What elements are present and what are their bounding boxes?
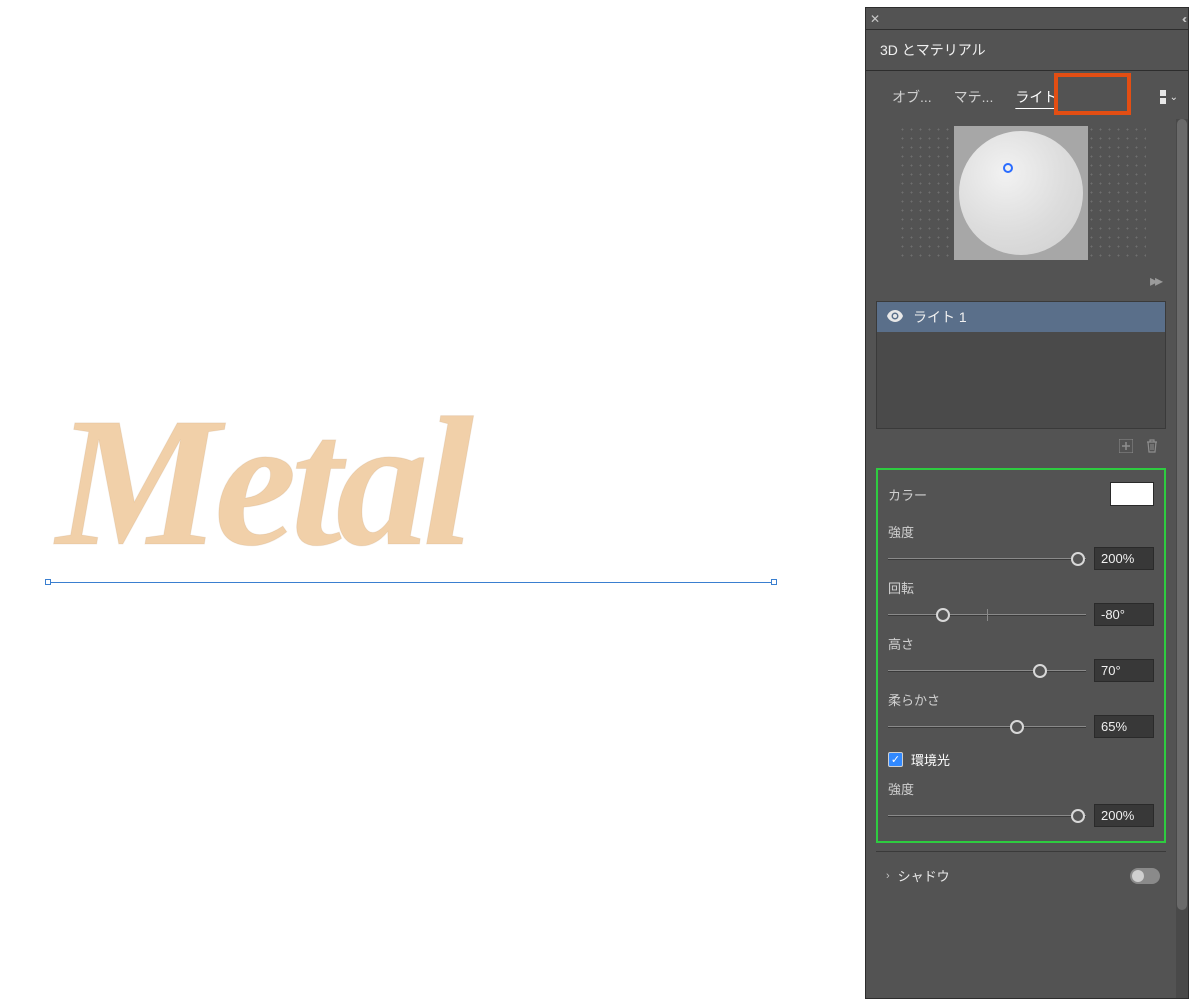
rotation-value[interactable]: -80° (1094, 603, 1154, 626)
light-item-1[interactable]: ライト 1 (877, 302, 1165, 332)
render-settings-icon[interactable]: ⌄ (1160, 88, 1178, 106)
panel-3d-materials: ✕ ‹‹ 3D とマテリアル オブ... マテ... ライト ⌄ (865, 7, 1189, 999)
color-swatch[interactable] (1110, 482, 1154, 506)
scroll-thumb[interactable] (1177, 119, 1187, 910)
softness-value[interactable]: 65% (1094, 715, 1154, 738)
ambient-intensity-value[interactable]: 200% (1094, 804, 1154, 827)
height-slider[interactable] (888, 663, 1086, 679)
toggle-knob (1132, 870, 1144, 882)
lights-list-actions (876, 429, 1166, 466)
row-ambient-intensity: 強度 200% (888, 773, 1154, 829)
canvas-area[interactable]: Metal (0, 0, 865, 999)
trackball-tile[interactable] (954, 126, 1088, 260)
row-rotation: 回転 -80° (888, 572, 1154, 628)
trackball-sphere[interactable] (959, 131, 1083, 255)
lights-list: ライト 1 (876, 301, 1166, 429)
selection-handle-left[interactable] (45, 579, 51, 585)
scrollbar[interactable] (1176, 119, 1188, 998)
row-ambient[interactable]: ✓ 環境光 (888, 740, 1154, 773)
selection-handle-right[interactable] (771, 579, 777, 585)
chevron-right-icon: › (886, 870, 890, 882)
tab-materials[interactable]: マテ... (946, 83, 1002, 111)
selection-baseline (48, 582, 774, 583)
annotation-highlight-orange (1054, 73, 1131, 115)
intensity-label: 強度 (888, 522, 1154, 541)
panel-top-bar: ✕ ‹‹ (866, 8, 1188, 30)
intensity-slider[interactable] (888, 551, 1086, 567)
panel-column: ✕ ‹‹ 3D とマテリアル オブ... マテ... ライト ⌄ (865, 0, 1200, 999)
panel-body: ▸▸ ライト 1 (866, 119, 1188, 998)
annotation-highlight-green: カラー 強度 200% 回 (876, 468, 1166, 843)
intensity-value[interactable]: 200% (1094, 547, 1154, 570)
rotation-label: 回転 (888, 578, 1154, 597)
light-item-label: ライト 1 (913, 307, 967, 327)
add-light-icon[interactable] (1118, 439, 1134, 456)
panel-title: 3D とマテリアル (866, 30, 1188, 71)
close-icon[interactable]: ✕ (870, 13, 882, 25)
softness-slider[interactable] (888, 719, 1086, 735)
tab-objects[interactable]: オブ... (884, 83, 940, 111)
row-color: カラー (888, 480, 1154, 516)
trackball-light-marker[interactable] (1003, 163, 1013, 173)
tabs-bar: オブ... マテ... ライト ⌄ (866, 71, 1188, 119)
visibility-icon[interactable] (887, 309, 903, 325)
light-trackball-area (876, 119, 1166, 263)
rotation-slider[interactable] (888, 607, 1086, 623)
row-height: 高さ 70° (888, 628, 1154, 684)
ambient-checkbox[interactable]: ✓ (888, 752, 903, 767)
trackball-grid (896, 123, 1146, 263)
artwork-metal-text[interactable]: Metal (56, 390, 468, 575)
shadow-toggle[interactable] (1130, 868, 1160, 884)
height-value[interactable]: 70° (1094, 659, 1154, 682)
tab-lights[interactable]: ライト (1007, 83, 1065, 111)
softness-label: 柔らかさ (888, 690, 1154, 709)
color-label: カラー (888, 485, 927, 504)
ambient-label: 環境光 (911, 750, 950, 769)
expand-preview-icon[interactable]: ▸▸ (876, 263, 1166, 301)
row-intensity: 強度 200% (888, 516, 1154, 572)
collapse-icon[interactable]: ‹‹ (1182, 12, 1184, 26)
height-label: 高さ (888, 634, 1154, 653)
row-softness: 柔らかさ 65% (888, 684, 1154, 740)
row-shadow[interactable]: › シャドウ (876, 851, 1166, 895)
shadow-label: シャドウ (898, 866, 950, 885)
delete-light-icon[interactable] (1144, 439, 1160, 456)
ambient-intensity-slider[interactable] (888, 808, 1086, 824)
ambient-intensity-label: 強度 (888, 779, 1154, 798)
